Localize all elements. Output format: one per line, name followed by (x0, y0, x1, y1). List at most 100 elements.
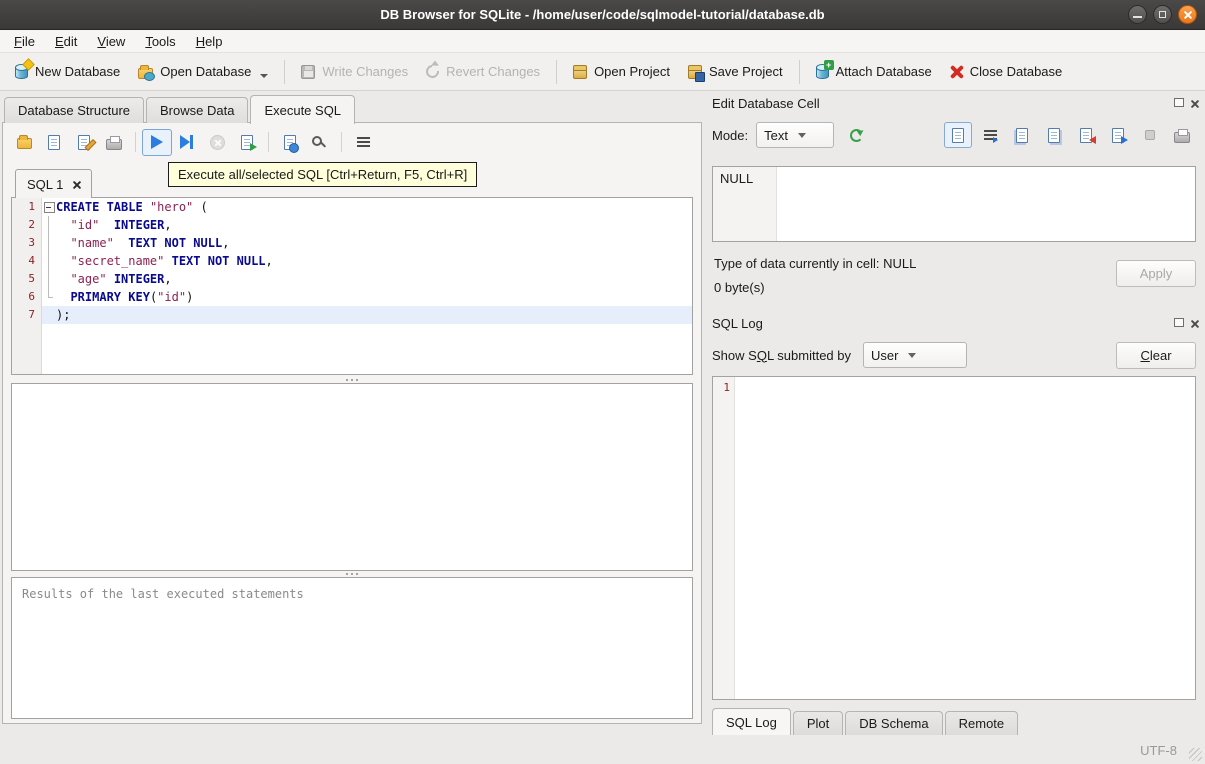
sql-document-tab[interactable]: SQL 1 (15, 169, 93, 198)
cell-editor-text-area[interactable] (777, 167, 1195, 241)
clear-log-button[interactable]: Clear (1116, 341, 1196, 369)
execute-all-button[interactable] (142, 128, 172, 156)
apply-button-label: Apply (1139, 266, 1173, 281)
sql-log-content[interactable] (735, 377, 1195, 699)
sql-tab-label: SQL 1 (27, 176, 64, 192)
new-database-button[interactable]: New Database (6, 58, 129, 85)
line-number: 3 (12, 234, 42, 252)
toolbar-label: New Database (35, 64, 121, 79)
paste-cell-button[interactable] (1040, 122, 1068, 148)
print-cell-button[interactable] (1168, 122, 1196, 148)
toolbar-label: Revert Changes (446, 64, 541, 79)
menu-file[interactable]: File (4, 31, 45, 52)
menu-help[interactable]: Help (186, 31, 233, 52)
tab-database-structure[interactable]: Database Structure (4, 97, 145, 123)
main-tab-bar: Database Structure Browse Data Execute SQL (4, 94, 357, 124)
text-document-icon (952, 127, 964, 143)
chevron-down-icon (908, 352, 917, 358)
close-tab-icon[interactable] (72, 180, 80, 188)
float-panel-icon[interactable] (1174, 98, 1184, 107)
tab-browse-data[interactable]: Browse Data (146, 97, 249, 123)
menu-edit[interactable]: Edit (45, 31, 87, 52)
editor-line-body[interactable]: CREATE TABLE "hero" ( (42, 198, 692, 216)
close-button[interactable] (1178, 5, 1197, 24)
dropdown-arrow-icon[interactable] (260, 73, 269, 78)
find-replace-button[interactable] (305, 129, 335, 156)
copy-cell-button[interactable] (1008, 122, 1036, 148)
print-sql-icon (106, 135, 122, 150)
minimize-icon (1133, 15, 1142, 18)
export-results-button[interactable] (232, 129, 262, 156)
close-database-button[interactable]: Close Database (941, 58, 1072, 85)
dock-tab-db-schema[interactable]: DB Schema (845, 711, 943, 735)
minimize-button[interactable] (1128, 5, 1147, 24)
sql-log-title: SQL Log (712, 316, 763, 331)
fold-guide (42, 216, 56, 234)
menu-tools[interactable]: Tools (135, 31, 185, 52)
toolbar-label: Save Project (708, 64, 783, 79)
results-message-panel[interactable]: Results of the last executed statements (11, 577, 693, 719)
attach-database-button[interactable]: Attach Database (807, 58, 941, 85)
apply-cell-edit-button[interactable] (842, 122, 870, 148)
fold-marker-icon[interactable] (42, 198, 56, 216)
close-panel-icon[interactable] (1190, 319, 1198, 327)
editor-line: 4 "secret_name" TEXT NOT NULL, (12, 252, 692, 270)
editor-line-body[interactable]: ); (42, 306, 692, 324)
editor-line-body[interactable]: PRIMARY KEY("id") (42, 288, 692, 306)
mode-label: Mode: (712, 127, 749, 143)
open-database-button[interactable]: Open Database (129, 58, 277, 85)
save-project-button[interactable]: Save Project (679, 58, 792, 85)
menu-view[interactable]: View (87, 31, 135, 52)
line-gutter (12, 324, 42, 374)
log-source-combobox[interactable]: User (863, 342, 967, 368)
editor-empty-area[interactable] (42, 324, 692, 374)
export-cell-button[interactable] (1104, 122, 1132, 148)
results-grid[interactable] (11, 383, 693, 571)
save-sql-as-button[interactable] (69, 129, 99, 156)
tab-execute-sql[interactable]: Execute SQL (250, 95, 356, 124)
close-panel-icon[interactable] (1190, 99, 1198, 107)
stop-icon (209, 134, 225, 150)
export-results-icon (241, 134, 257, 151)
set-null-button[interactable] (1136, 122, 1164, 148)
dock-tab-sql-log[interactable]: SQL Log (712, 708, 791, 735)
mode-combobox[interactable]: Text (756, 122, 835, 148)
line-number: 2 (12, 216, 42, 234)
dock-tab-plot[interactable]: Plot (792, 711, 844, 735)
toolbar-separator (341, 132, 342, 152)
maximize-button[interactable] (1153, 5, 1172, 24)
resize-grip-icon[interactable] (1189, 748, 1202, 761)
editor-filler (12, 324, 692, 374)
word-wrap-button[interactable] (976, 122, 1004, 148)
editor-line-body[interactable]: "name" TEXT NOT NULL, (42, 234, 692, 252)
editor-line-body[interactable]: "secret_name" TEXT NOT NULL, (42, 252, 692, 270)
float-panel-icon[interactable] (1174, 318, 1184, 327)
write-changes-button: Write Changes (292, 58, 417, 85)
toolbar-separator (798, 59, 800, 84)
editor-line-body[interactable]: "age" INTEGER, (42, 270, 692, 288)
cell-editor[interactable]: NULL (712, 166, 1196, 242)
open-sql-file-button[interactable] (9, 129, 39, 156)
print-sql-button[interactable] (99, 129, 129, 156)
sql-toolbar (9, 127, 378, 157)
cell-content: NULL (720, 171, 754, 186)
open-project-button[interactable]: Open Project (564, 58, 679, 85)
sql-editor[interactable]: 1 CREATE TABLE "hero" (2 "id" INTEGER, 3 "… (11, 197, 693, 375)
toolbar-label: Attach Database (835, 64, 932, 79)
dock-tab-remote[interactable]: Remote (944, 711, 1019, 735)
editor-line: 1 CREATE TABLE "hero" ( (12, 198, 692, 216)
maximize-icon (1159, 11, 1166, 18)
clear-button-label: Clear (1140, 347, 1172, 363)
import-cell-button[interactable] (1072, 122, 1100, 148)
execute-line-button[interactable] (172, 129, 202, 156)
code-text: PRIMARY KEY("id") (70, 290, 194, 304)
format-sql-button[interactable] (348, 129, 378, 156)
save-sql-file-button[interactable] (39, 129, 69, 156)
sql-log-view[interactable]: 1 (712, 376, 1196, 700)
editor-line-body[interactable]: "id" INTEGER, (42, 216, 692, 234)
set-null-icon (1145, 130, 1155, 140)
text-document-button[interactable] (944, 122, 972, 148)
code-text: "id" INTEGER, (70, 218, 172, 232)
log-line-number: 1 (723, 381, 730, 394)
browse-doc-button[interactable] (275, 129, 305, 156)
